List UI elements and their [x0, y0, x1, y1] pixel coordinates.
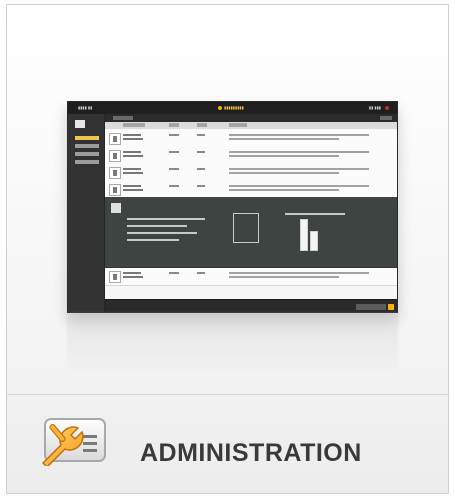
sidebar — [68, 114, 105, 312]
table-row[interactable] — [105, 164, 397, 182]
row-thumbnail — [109, 271, 121, 283]
row-thumbnail — [109, 184, 121, 196]
top-right-links: ▮▮ ▮▮▮ — [368, 105, 381, 110]
bottle-image — [300, 219, 308, 251]
screenshot-reflection — [67, 313, 398, 373]
wrench-checklist-icon — [33, 411, 107, 469]
table-row[interactable] — [105, 147, 397, 165]
toolbar-icons[interactable] — [380, 116, 392, 120]
details-header — [285, 213, 345, 215]
sidebar-item[interactable] — [75, 136, 99, 140]
row-thumbnail — [109, 167, 121, 179]
sidebar-item[interactable] — [75, 160, 99, 164]
divider — [6, 394, 449, 395]
footer-pagination — [105, 299, 397, 312]
toolbar-tab[interactable] — [113, 116, 133, 120]
table-row[interactable] — [105, 130, 397, 148]
pager-controls[interactable] — [356, 304, 394, 310]
sidebar-item[interactable] — [75, 144, 99, 148]
sidebar-item[interactable] — [75, 152, 99, 156]
center-title: ▮▮▮▮▮▮▮▮▮ — [218, 102, 244, 114]
row-thumbnail — [109, 133, 121, 145]
sidebar-logo — [75, 120, 85, 128]
details-fields — [127, 213, 217, 253]
brand-text: ▮▮▮▮ ▮▮ — [78, 105, 93, 110]
row-thumbnail — [109, 150, 121, 162]
details-icon — [111, 203, 121, 213]
administration-label[interactable]: ADMINISTRATION — [140, 439, 362, 468]
table-header — [105, 122, 397, 129]
expanded-row-details — [105, 197, 397, 268]
administration-screenshot: ▮▮▮▮ ▮▮ ▮▮▮▮▮▮▮▮▮ ▮▮ ▮▮▮ — [67, 101, 398, 313]
details-preview — [233, 213, 259, 243]
top-bar: ▮▮▮▮ ▮▮ ▮▮▮▮▮▮▮▮▮ ▮▮ ▮▮▮ — [68, 102, 397, 114]
table-row[interactable] — [105, 268, 397, 286]
notification-dot — [385, 106, 389, 110]
bottle-image — [310, 231, 318, 251]
content-area — [105, 114, 397, 312]
